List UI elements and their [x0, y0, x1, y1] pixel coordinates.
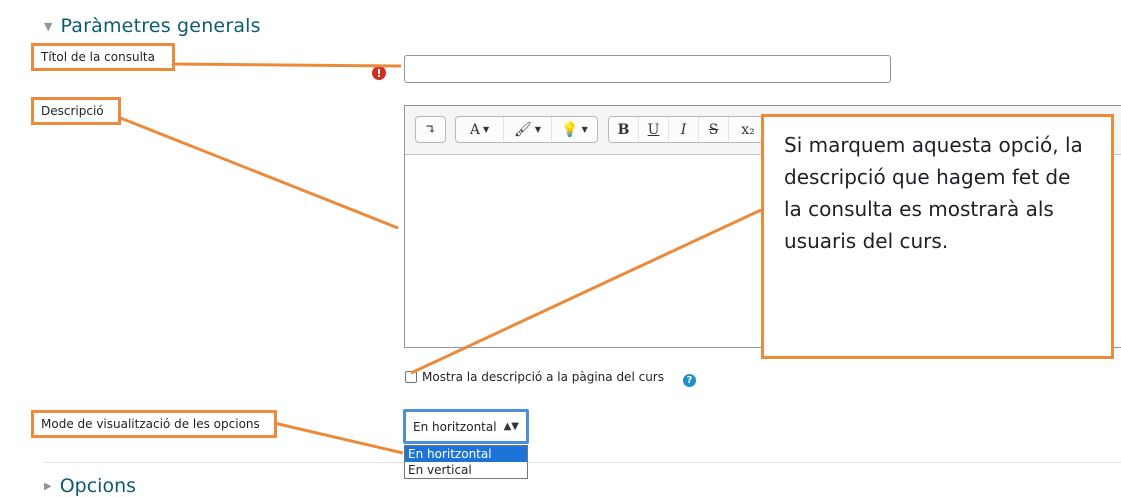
- display-mode-select[interactable]: En horitzontal ▲▼: [403, 409, 529, 444]
- show-description-checkbox[interactable]: [405, 371, 417, 383]
- strikethrough-button[interactable]: S: [699, 117, 729, 142]
- callout-text: Si marquem aquesta opció, la descripció …: [784, 133, 1083, 253]
- show-description-label: Mostra la descripció a la pàgina del cur…: [422, 370, 664, 384]
- toolbar-group-3: B U I S x₂: [608, 116, 768, 143]
- section-divider: [44, 462, 1121, 463]
- section-general-title: Paràmetres generals: [60, 15, 261, 37]
- toolbar-group-2: A ▼ 🖌 ▼ 💡 ▼: [455, 116, 598, 143]
- section-general-header[interactable]: ▼ Paràmetres generals: [44, 15, 261, 37]
- title-label: Títol de la consulta: [31, 43, 175, 71]
- option-horizontal[interactable]: En horitzontal: [405, 446, 527, 462]
- connector-title: [171, 62, 402, 68]
- brush-icon[interactable]: 🖌 ▼: [504, 117, 552, 142]
- connector-description: [117, 115, 399, 230]
- display-mode-dropdown: En horitzontal En vertical: [404, 445, 528, 479]
- lightbulb-icon[interactable]: 💡 ▼: [552, 117, 597, 142]
- section-options-header[interactable]: ▶ Opcions: [44, 475, 136, 497]
- show-description-row[interactable]: Mostra la descripció a la pàgina del cur…: [405, 370, 664, 384]
- select-value: En horitzontal: [413, 419, 497, 434]
- required-error-icon: !: [372, 66, 386, 80]
- title-input[interactable]: [404, 55, 891, 83]
- underline-button[interactable]: U: [639, 117, 669, 142]
- description-label-text: Descripció: [41, 104, 104, 118]
- help-icon[interactable]: ?: [683, 374, 696, 387]
- callout-box: Si marquem aquesta opció, la descripció …: [761, 114, 1114, 359]
- display-mode-label: Mode de visualització de les opcions: [31, 410, 277, 438]
- select-arrows-icon: ▲▼: [503, 421, 519, 432]
- caret-right-icon[interactable]: ▶: [44, 481, 52, 492]
- display-mode-label-text: Mode de visualització de les opcions: [41, 417, 260, 431]
- option-vertical[interactable]: En vertical: [405, 462, 527, 478]
- description-label: Descripció: [31, 97, 121, 125]
- caret-down-icon[interactable]: ▼: [44, 20, 52, 33]
- toolbar-group-1: ↴: [415, 116, 446, 143]
- connector-display-mode: [273, 421, 404, 455]
- section-options-title: Opcions: [59, 475, 137, 497]
- collapse-toolbar-icon[interactable]: ↴: [416, 117, 445, 142]
- bold-button[interactable]: B: [609, 117, 639, 142]
- italic-button[interactable]: I: [669, 117, 699, 142]
- font-style-button[interactable]: A ▼: [456, 117, 504, 142]
- title-label-text: Títol de la consulta: [41, 50, 155, 64]
